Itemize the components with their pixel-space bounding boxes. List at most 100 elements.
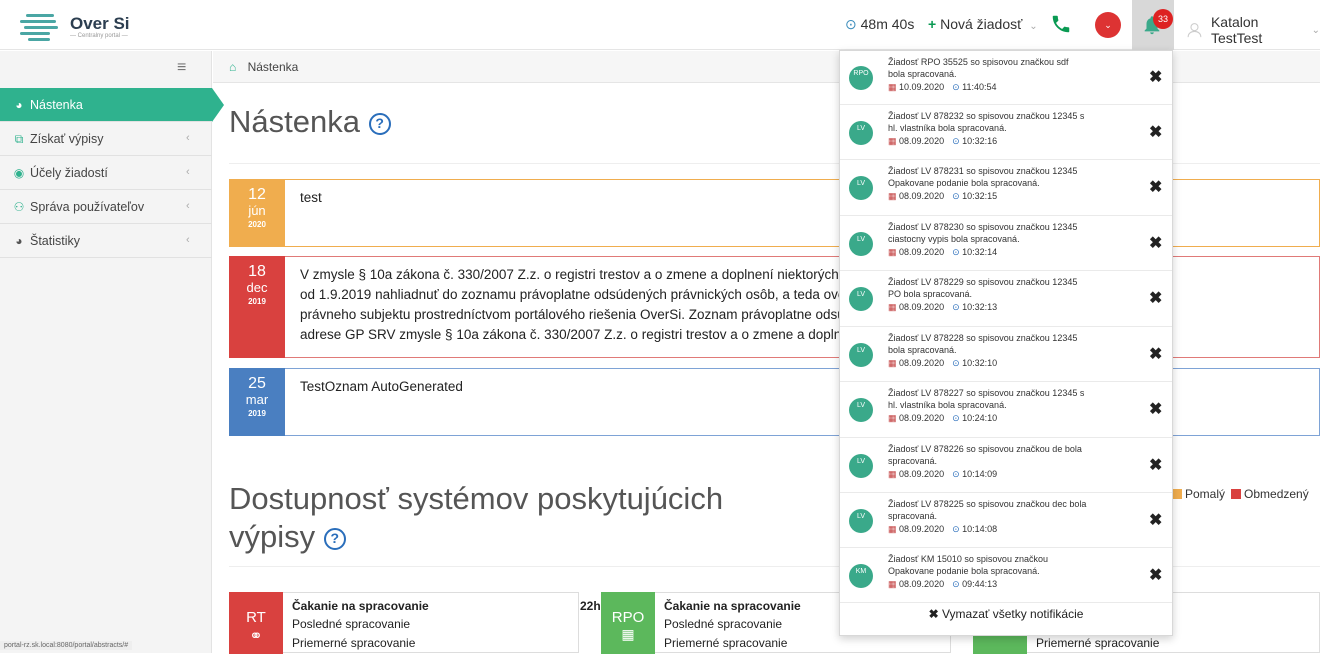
- notification-item[interactable]: RPO Žiadosť RPO 35525 so spisovou značkou…: [840, 51, 1172, 105]
- card-row: Čakanie na spracovanie22h 15m: [292, 599, 628, 613]
- app-tagline: — Centralny portal —: [70, 32, 128, 39]
- notification-message: Žiadosť LV 878231 so spisovou značkou 12…: [888, 166, 1078, 201]
- clock-icon: ⊙: [952, 191, 960, 201]
- service-badge: RT ⚭: [229, 592, 283, 654]
- notification-message: Žiadosť LV 878230 so spisovou značkou 12…: [888, 222, 1078, 257]
- plus-icon: +: [928, 16, 937, 32]
- sidebar-item-label: Nástenka: [30, 97, 83, 112]
- user-icon: [1187, 23, 1202, 38]
- notification-type-icon: KM: [849, 564, 873, 588]
- notification-item[interactable]: KM Žiadosť KM 15010 so spisovou značkou Op…: [840, 548, 1172, 603]
- notice-text: test: [300, 190, 322, 205]
- app-name: Over Si: [70, 13, 130, 33]
- help-icon[interactable]: ?: [368, 112, 391, 135]
- user-menu[interactable]: Katalon TestTest ⌄: [1186, 14, 1320, 46]
- clock-icon: ⊙: [952, 247, 960, 257]
- legend-item: Pomalý: [1185, 487, 1226, 501]
- notice-date: 12 jún 2020: [229, 179, 285, 247]
- help-icon[interactable]: ?: [323, 527, 346, 550]
- sidebar-item-statistics[interactable]: ◕ Štatistiky ‹: [0, 224, 212, 258]
- notification-time: 10:32:16: [962, 136, 998, 146]
- notification-date: 08.09.2020: [899, 579, 945, 589]
- circle-icon: ◉: [13, 165, 25, 180]
- link-icon: ⚭: [249, 628, 263, 645]
- calendar-icon: ▦: [888, 247, 897, 257]
- sidebar-item-users[interactable]: ⚇ Správa používateľov ‹: [0, 190, 212, 224]
- notification-date: 08.09.2020: [899, 191, 945, 201]
- calendar-icon: ▦: [888, 191, 897, 201]
- close-icon[interactable]: ✖: [1149, 233, 1162, 253]
- close-icon[interactable]: ✖: [1149, 565, 1162, 585]
- chevron-down-icon: ⌄: [1029, 21, 1038, 32]
- close-icon[interactable]: ✖: [1149, 455, 1162, 475]
- clock-icon: ⊙: [952, 358, 960, 368]
- sidebar-item-dashboard[interactable]: ◕ Nástenka: [0, 88, 224, 122]
- breadcrumb-current: Nástenka: [247, 60, 299, 74]
- notification-date: 08.09.2020: [899, 302, 945, 312]
- close-icon[interactable]: ✖: [1149, 288, 1162, 308]
- notice-date: 25 mar 2019: [229, 368, 285, 436]
- close-icon[interactable]: ✖: [1149, 67, 1162, 87]
- notification-time: 10:32:14: [962, 247, 998, 257]
- close-icon: ✖: [928, 607, 939, 621]
- notification-item[interactable]: LV Žiadosť LV 878230 so spisovou značkou …: [840, 216, 1172, 271]
- notifications-button[interactable]: 33: [1132, 0, 1174, 50]
- hamburger-icon[interactable]: ≡: [177, 59, 186, 77]
- close-icon[interactable]: ✖: [1149, 344, 1162, 364]
- alert-dropdown-button[interactable]: ⌄: [1095, 12, 1121, 38]
- notification-item[interactable]: LV Žiadosť LV 878232 so spisovou značkou …: [840, 105, 1172, 160]
- notification-message: Žiadosť RPO 35525 so spisovou značkou sd…: [888, 57, 1069, 92]
- notification-type-icon: LV: [849, 398, 873, 422]
- notification-date: 08.09.2020: [899, 413, 945, 423]
- phone-icon[interactable]: [1050, 13, 1072, 35]
- calendar-icon: ▦: [888, 358, 897, 368]
- card-row: Priemerné spracovanie?: [1036, 636, 1160, 650]
- status-bar-url: portal-rz.sk.local:8080/portal/abstracts…: [0, 641, 133, 650]
- card-row: Posledné spracovanie?: [292, 617, 628, 631]
- notification-time: 10:32:15: [962, 191, 998, 201]
- chevron-left-icon: ‹: [186, 132, 190, 144]
- close-icon[interactable]: ✖: [1149, 510, 1162, 530]
- notification-item[interactable]: LV Žiadosť LV 878228 so spisovou značkou …: [840, 327, 1172, 382]
- notification-item[interactable]: LV Žiadosť LV 878231 so spisovou značkou …: [840, 160, 1172, 216]
- close-icon[interactable]: ✖: [1149, 177, 1162, 197]
- notification-time: 10:14:08: [962, 524, 998, 534]
- notification-type-icon: LV: [849, 287, 873, 311]
- close-icon[interactable]: ✖: [1149, 399, 1162, 419]
- notification-item[interactable]: LV Žiadosť LV 878229 so spisovou značkou …: [840, 271, 1172, 327]
- dashboard-icon: ◕: [15, 97, 23, 112]
- sidebar-item-get-statements[interactable]: ⧉ Získať výpisy ‹: [0, 122, 212, 156]
- sidebar-item-purposes[interactable]: ◉ Účely žiadostí ‹: [0, 156, 212, 190]
- card-row: Priemerné spracovanie?: [664, 636, 1000, 650]
- building-icon: ▦: [621, 626, 635, 642]
- clock-icon: ⊙: [952, 524, 960, 534]
- session-timer-value: 48m 40s: [860, 16, 915, 32]
- copy-icon: ⧉: [14, 131, 24, 146]
- session-timer: ⊙ 48m 40s: [845, 16, 914, 33]
- top-navbar: Over Si — Centralny portal — ⊙ 48m 40s +…: [0, 0, 1320, 50]
- new-request-button[interactable]: + Nová žiadosť ⌄: [928, 16, 1038, 32]
- clock-icon: ⊙: [952, 469, 960, 479]
- home-icon[interactable]: ⌂: [229, 60, 236, 74]
- notification-item[interactable]: LV Žiadosť LV 878226 so spisovou značkou …: [840, 438, 1172, 493]
- calendar-icon: ▦: [888, 136, 897, 146]
- notification-time: 10:14:09: [962, 469, 998, 479]
- notification-type-icon: LV: [849, 232, 873, 256]
- logo-icon: [18, 10, 62, 42]
- calendar-icon: ▦: [888, 524, 897, 534]
- sidebar-item-label: Správa používateľov: [30, 199, 145, 214]
- clock-icon: ⊙: [845, 16, 857, 32]
- calendar-icon: ▦: [888, 579, 897, 589]
- notification-item[interactable]: LV Žiadosť LV 878227 so spisovou značkou …: [840, 382, 1172, 438]
- notification-count-badge: 33: [1153, 9, 1173, 29]
- notification-time: 09:44:13: [962, 579, 998, 589]
- notification-message: Žiadosť KM 15010 so spisovou značkou Opak…: [888, 554, 1048, 589]
- clear-all-notifications-button[interactable]: ✖ Vymazať všetky notifikácie: [840, 607, 1172, 621]
- notification-item[interactable]: LV Žiadosť LV 878225 so spisovou značkou …: [840, 493, 1172, 548]
- notification-type-icon: LV: [849, 454, 873, 478]
- close-icon[interactable]: ✖: [1149, 122, 1162, 142]
- notification-time: 10:24:10: [962, 413, 998, 423]
- sidebar-item-label: Účely žiadostí: [30, 165, 108, 180]
- chevron-left-icon: ‹: [186, 166, 190, 178]
- app-logo[interactable]: Over Si — Centralny portal —: [18, 10, 130, 42]
